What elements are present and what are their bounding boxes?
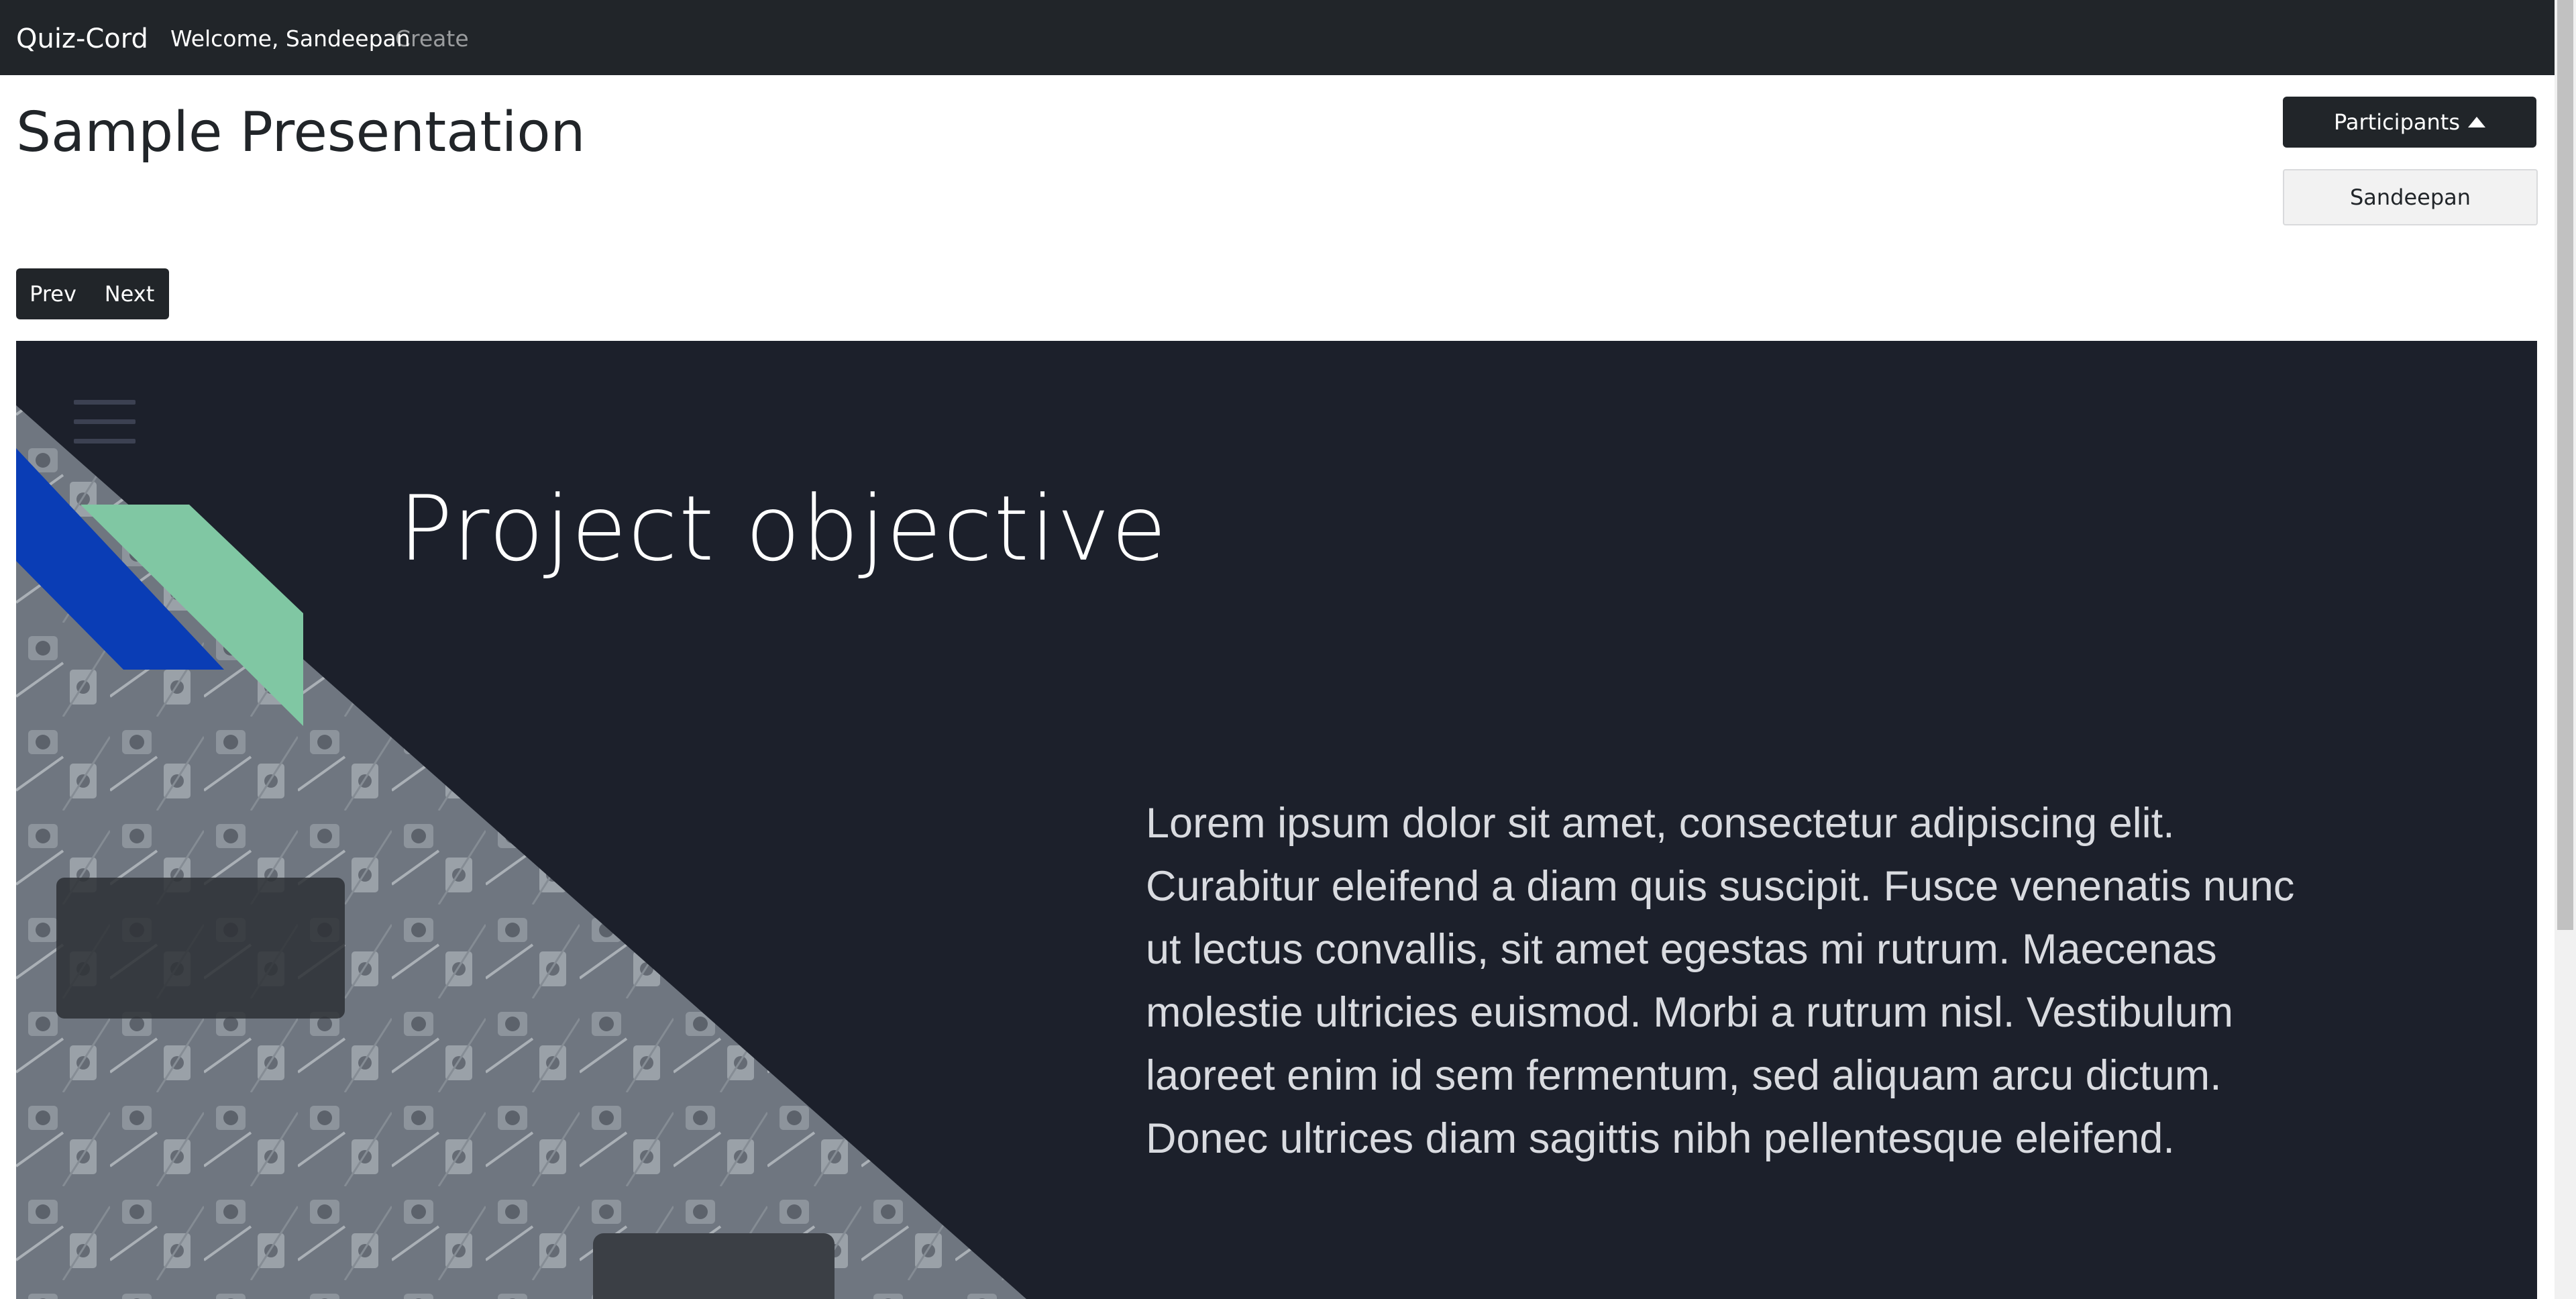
caret-up-icon [2467, 117, 2485, 127]
welcome-user-link[interactable]: Welcome, Sandeepan [170, 24, 411, 54]
presentation-slide: Project objective Lorem ipsum dolor sit … [16, 341, 2537, 1299]
brand-link[interactable]: Quiz-Cord [16, 20, 148, 58]
next-button[interactable]: Next [90, 268, 169, 319]
create-link[interactable]: Create [395, 24, 469, 54]
slide-title: Project objective [398, 476, 1168, 581]
hamburger-menu-icon[interactable] [74, 400, 136, 444]
prev-button[interactable]: Prev [16, 268, 90, 319]
participants-toggle-button[interactable]: Participants [2283, 97, 2536, 148]
vertical-scrollbar[interactable] [2555, 0, 2576, 1299]
participant-list-item: Sandeepan [2283, 169, 2538, 225]
slide-body-text: Lorem ipsum dolor sit amet, consectetur … [1146, 800, 2295, 1162]
participants-button-label: Participants [2334, 109, 2460, 135]
page-title: Sample Presentation [16, 101, 586, 164]
scrollbar-thumb[interactable] [2557, 0, 2573, 930]
slide-navigation-group: Prev Next [16, 268, 169, 319]
top-navbar: Quiz-Cord Welcome, Sandeepan Create [0, 0, 2555, 75]
